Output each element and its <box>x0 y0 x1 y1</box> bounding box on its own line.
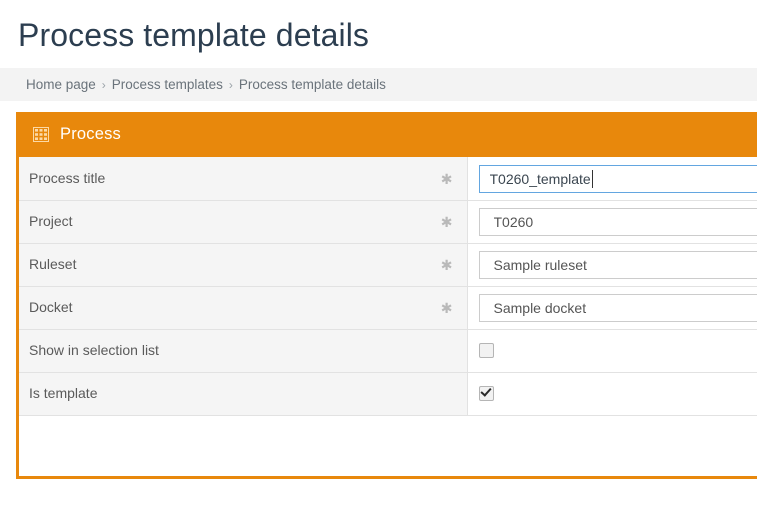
label-text: Project <box>29 212 73 229</box>
process-title-input[interactable] <box>478 164 757 193</box>
table-row: Ruleset ✱ <box>19 242 757 287</box>
field-label-process-title: Process title ✱ <box>19 157 468 201</box>
process-panel: Process Process title ✱ Project <box>16 112 757 480</box>
breadcrumb-item-process-templates[interactable]: Process templates <box>112 77 223 92</box>
field-value-ruleset <box>467 242 757 287</box>
table-row: Project ✱ <box>19 199 757 244</box>
table-row: Is template <box>19 371 757 416</box>
process-form-table: Process title ✱ Project ✱ <box>19 157 757 416</box>
breadcrumb-separator-icon: › <box>101 77 106 92</box>
required-asterisk-icon: ✱ <box>440 299 453 316</box>
field-value-project <box>467 199 757 244</box>
field-value-show-in-selection-list <box>467 328 757 373</box>
process-title-input-wrap <box>478 164 757 193</box>
label-text: Process title <box>29 169 106 186</box>
table-grid-icon <box>33 127 49 143</box>
label-text: Docket <box>29 298 73 315</box>
panel-footer <box>19 415 757 477</box>
breadcrumb-item-home-page[interactable]: Home page <box>26 77 96 92</box>
breadcrumb: Home page › Process templates › Process … <box>0 68 757 102</box>
table-row: Docket ✱ <box>19 285 757 330</box>
panel-title: Process <box>60 125 122 144</box>
panel-header: Process <box>16 112 757 158</box>
field-label-is-template: Is template <box>19 371 468 416</box>
field-label-docket: Docket ✱ <box>19 285 468 330</box>
field-value-process-title <box>467 157 757 201</box>
field-label-project: Project ✱ <box>19 199 468 244</box>
field-value-docket <box>467 285 757 330</box>
label-text: Show in selection list <box>29 341 159 358</box>
breadcrumb-item-process-template-details: Process template details <box>238 77 386 93</box>
required-asterisk-icon: ✱ <box>440 170 453 187</box>
field-label-ruleset: Ruleset ✱ <box>19 242 468 287</box>
field-value-is-template <box>467 371 757 416</box>
label-text: Ruleset <box>29 255 77 272</box>
docket-input[interactable] <box>478 293 757 322</box>
show-in-selection-list-checkbox[interactable] <box>478 343 494 359</box>
field-label-show-in-selection-list: Show in selection list <box>19 328 468 373</box>
table-row: Process title ✱ <box>19 157 757 201</box>
label-text: Is template <box>29 385 98 402</box>
project-input[interactable] <box>478 207 757 236</box>
is-template-checkbox[interactable] <box>478 386 494 402</box>
breadcrumb-separator-icon: › <box>228 77 233 92</box>
text-caret <box>591 169 593 188</box>
required-asterisk-icon: ✱ <box>440 213 453 230</box>
required-asterisk-icon: ✱ <box>440 256 453 273</box>
page-title: Process template details <box>18 17 370 53</box>
ruleset-input[interactable] <box>478 250 757 279</box>
table-row: Show in selection list <box>19 328 757 373</box>
